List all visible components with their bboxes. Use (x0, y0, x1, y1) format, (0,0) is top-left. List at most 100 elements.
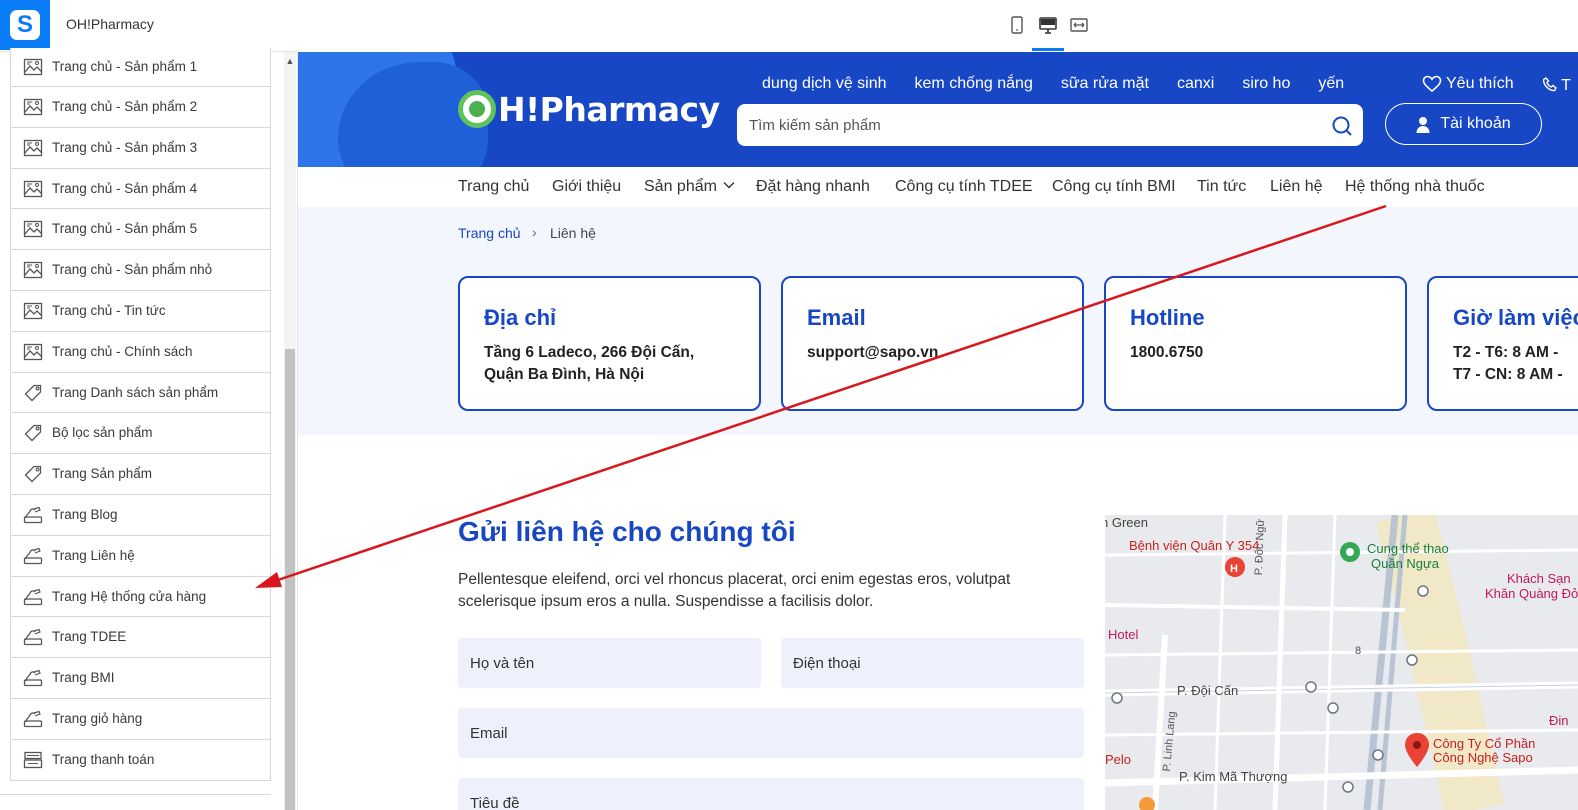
sidebar-item[interactable]: Trang Hệ thống cửa hàng (10, 576, 271, 618)
hotline-card: Hotline 1800.6750 (1104, 276, 1407, 411)
nav-about[interactable]: Giới thiệu (552, 178, 621, 196)
page-edit-icon (23, 547, 43, 565)
contact-form-description: Pellentesque eleifend, orci vel rhoncus … (458, 571, 1011, 610)
nav-stores[interactable]: Hệ thống nhà thuốc (1345, 178, 1485, 196)
nav-home[interactable]: Trang chủ (458, 178, 529, 196)
sidebar-item[interactable]: Trang Liên hệ (10, 535, 271, 577)
scrollbar-thumb[interactable] (285, 349, 295, 810)
card-text: T2 - T6: 8 AM - T7 - CN: 8 AM - (1453, 344, 1563, 383)
breadcrumb-home[interactable]: Trang chủ (458, 225, 521, 241)
card-title: Giờ làm việc (1453, 305, 1578, 330)
sidebar-item[interactable]: Trang chủ - Sản phẩm 4 (10, 168, 271, 210)
map-label: P. Đội Cấn (1177, 683, 1239, 698)
sidebar-item[interactable]: Trang chủ - Sản phẩm 2 (10, 87, 271, 128)
sidebar-item[interactable]: Trang chủ - Tin tức (10, 290, 271, 332)
page-edit-icon (23, 669, 43, 687)
quick-search-link[interactable]: sữa rửa mặt (1061, 75, 1149, 93)
subject-field[interactable] (458, 778, 1084, 810)
map-label: n Green (1105, 515, 1148, 530)
divider (0, 794, 271, 795)
site-preview: H!Pharmacy dung dịch vệ sinh kem chống nắ… (298, 52, 1578, 810)
sidebar-item-label: Trang chủ - Sản phẩm 1 (52, 59, 198, 74)
phone-label: T (1561, 77, 1571, 94)
wishlist-link[interactable]: Yêu thích (1422, 75, 1514, 93)
quick-search-link[interactable]: kem chống nắng (915, 75, 1033, 93)
sidebar-item-label: Bộ lọc sản phẩm (52, 425, 153, 441)
name-field-wrap (458, 638, 761, 688)
device-toolbar (298, 0, 1578, 52)
name-field[interactable] (458, 638, 761, 688)
email-field[interactable] (458, 708, 1084, 758)
user-icon (1416, 116, 1430, 133)
sidebar-item-label: Trang Sản phẩm (52, 466, 153, 482)
map-label: P. Kim Mã Thượng (1179, 769, 1288, 784)
subject-field-wrap (458, 778, 1084, 810)
tag-icon (23, 465, 43, 483)
breadcrumb-current: Liên hệ (550, 225, 596, 241)
phone-link[interactable]: T (1542, 77, 1571, 95)
sidebar-item[interactable]: Trang BMI (10, 658, 271, 699)
quick-search-link[interactable]: dung dịch vệ sinh (762, 75, 887, 93)
search-input[interactable] (749, 104, 1309, 146)
quick-search-link[interactable]: canxi (1177, 75, 1214, 93)
svg-text:H: H (1230, 563, 1238, 575)
image-layout-icon (23, 139, 43, 157)
sidebar-item-label: Trang thanh toán (52, 751, 155, 767)
contact-info-section: Trang chủ › Liên hệ Địa chỉ Tầng 6 Ladec… (298, 207, 1578, 435)
contact-form-title: Gửi liên hệ cho chúng tôi (458, 516, 796, 547)
map-label: Quần Ngựa (1371, 556, 1439, 571)
nav-contact[interactable]: Liên hệ (1270, 178, 1323, 196)
sidebar-item[interactable]: Trang Blog (10, 494, 271, 536)
card-text: Tầng 6 Ladeco, 266 Đội Cấn, Quận Ba Đình,… (484, 344, 695, 383)
fullwidth-icon[interactable] (1068, 14, 1090, 36)
sidebar-item-label: Trang Liên hệ (52, 547, 135, 563)
sidebar-item[interactable]: Bộ lọc sản phẩm (10, 413, 271, 455)
sidebar-item[interactable]: Trang chủ - Sản phẩm 1 (10, 48, 271, 87)
nav-products-label: Sản phẩm (644, 178, 717, 195)
sidebar-item-label: Trang giỏ hàng (52, 710, 143, 726)
breadcrumb-separator: › (532, 224, 537, 240)
nav-tdee[interactable]: Công cụ tính TDEE (895, 178, 1033, 196)
sidebar-item-label: Trang Danh sách sản phẩm (52, 384, 219, 400)
card-text: support@sapo.vn (807, 344, 939, 361)
sidebar-item[interactable]: Trang chủ - Sản phẩm nhỏ (10, 250, 271, 291)
nav-quick-order[interactable]: Đặt hàng nhanh (756, 178, 870, 196)
phone-field[interactable] (781, 638, 1084, 688)
quick-search-link[interactable]: siro ho (1242, 75, 1290, 93)
card-title: Hotline (1130, 305, 1205, 330)
map-embed[interactable]: H n Green Bệnh viện Quân Y 354 Cung thể … (1105, 515, 1578, 810)
sidebar-item-label: Trang chủ - Sản phẩm 3 (52, 139, 198, 155)
sidebar-item[interactable]: Trang chủ - Sản phẩm 5 (10, 209, 271, 251)
card-text: 1800.6750 (1130, 344, 1204, 361)
map-label: Hotel (1108, 627, 1139, 642)
sidebar-item-label: Trang chủ - Tin tức (52, 302, 166, 318)
sidebar-item[interactable]: Trang chủ - Chính sách (10, 331, 271, 373)
account-button[interactable]: Tài khoản (1385, 103, 1542, 145)
sidebar-item[interactable]: Trang thanh toán (10, 739, 271, 781)
sidebar-scrollbar[interactable]: ▲ (284, 52, 296, 810)
scroll-up-arrow-icon[interactable]: ▲ (284, 56, 296, 66)
sidebar-item-label: Trang chủ - Sản phẩm 2 (52, 99, 198, 114)
nav-news[interactable]: Tin tức (1197, 178, 1246, 196)
sidebar-item[interactable]: Trang giỏ hàng (10, 698, 271, 740)
editor-topbar: S OH!Pharmacy (0, 0, 298, 52)
sidebar-item[interactable]: Trang Sản phẩm (10, 454, 271, 495)
main-nav: Trang chủ Giới thiệu Sản phẩm Đặt hàng n… (298, 167, 1578, 207)
checkout-icon (23, 751, 43, 769)
quick-search-link[interactable]: yến (1318, 75, 1344, 93)
sidebar-item[interactable]: Trang Danh sách sản phẩm (10, 372, 271, 414)
desktop-icon[interactable] (1037, 14, 1059, 36)
site-logo[interactable]: H!Pharmacy (458, 88, 720, 130)
sidebar-item[interactable]: Trang TDEE (10, 617, 271, 659)
map-label: Bệnh viện Quân Y 354 (1129, 538, 1260, 553)
nav-products[interactable]: Sản phẩm (644, 178, 735, 196)
section-list: Trang chủ - Sản phẩm 1 Trang chủ - Sản ph… (10, 48, 271, 781)
search-icon[interactable] (1331, 115, 1353, 137)
hours-card: Giờ làm việc T2 - T6: 8 AM - T7 - CN: 8 … (1427, 276, 1578, 411)
sidebar-item[interactable]: Trang chủ - Sản phẩm 3 (10, 127, 271, 169)
nav-bmi[interactable]: Công cụ tính BMI (1052, 178, 1176, 196)
map-label: P. Đốc Ngữ (1253, 518, 1267, 576)
sapo-logo[interactable]: S (0, 0, 50, 50)
mobile-icon[interactable] (1006, 14, 1028, 36)
map-label: Công Nghệ Sapo (1433, 750, 1533, 765)
